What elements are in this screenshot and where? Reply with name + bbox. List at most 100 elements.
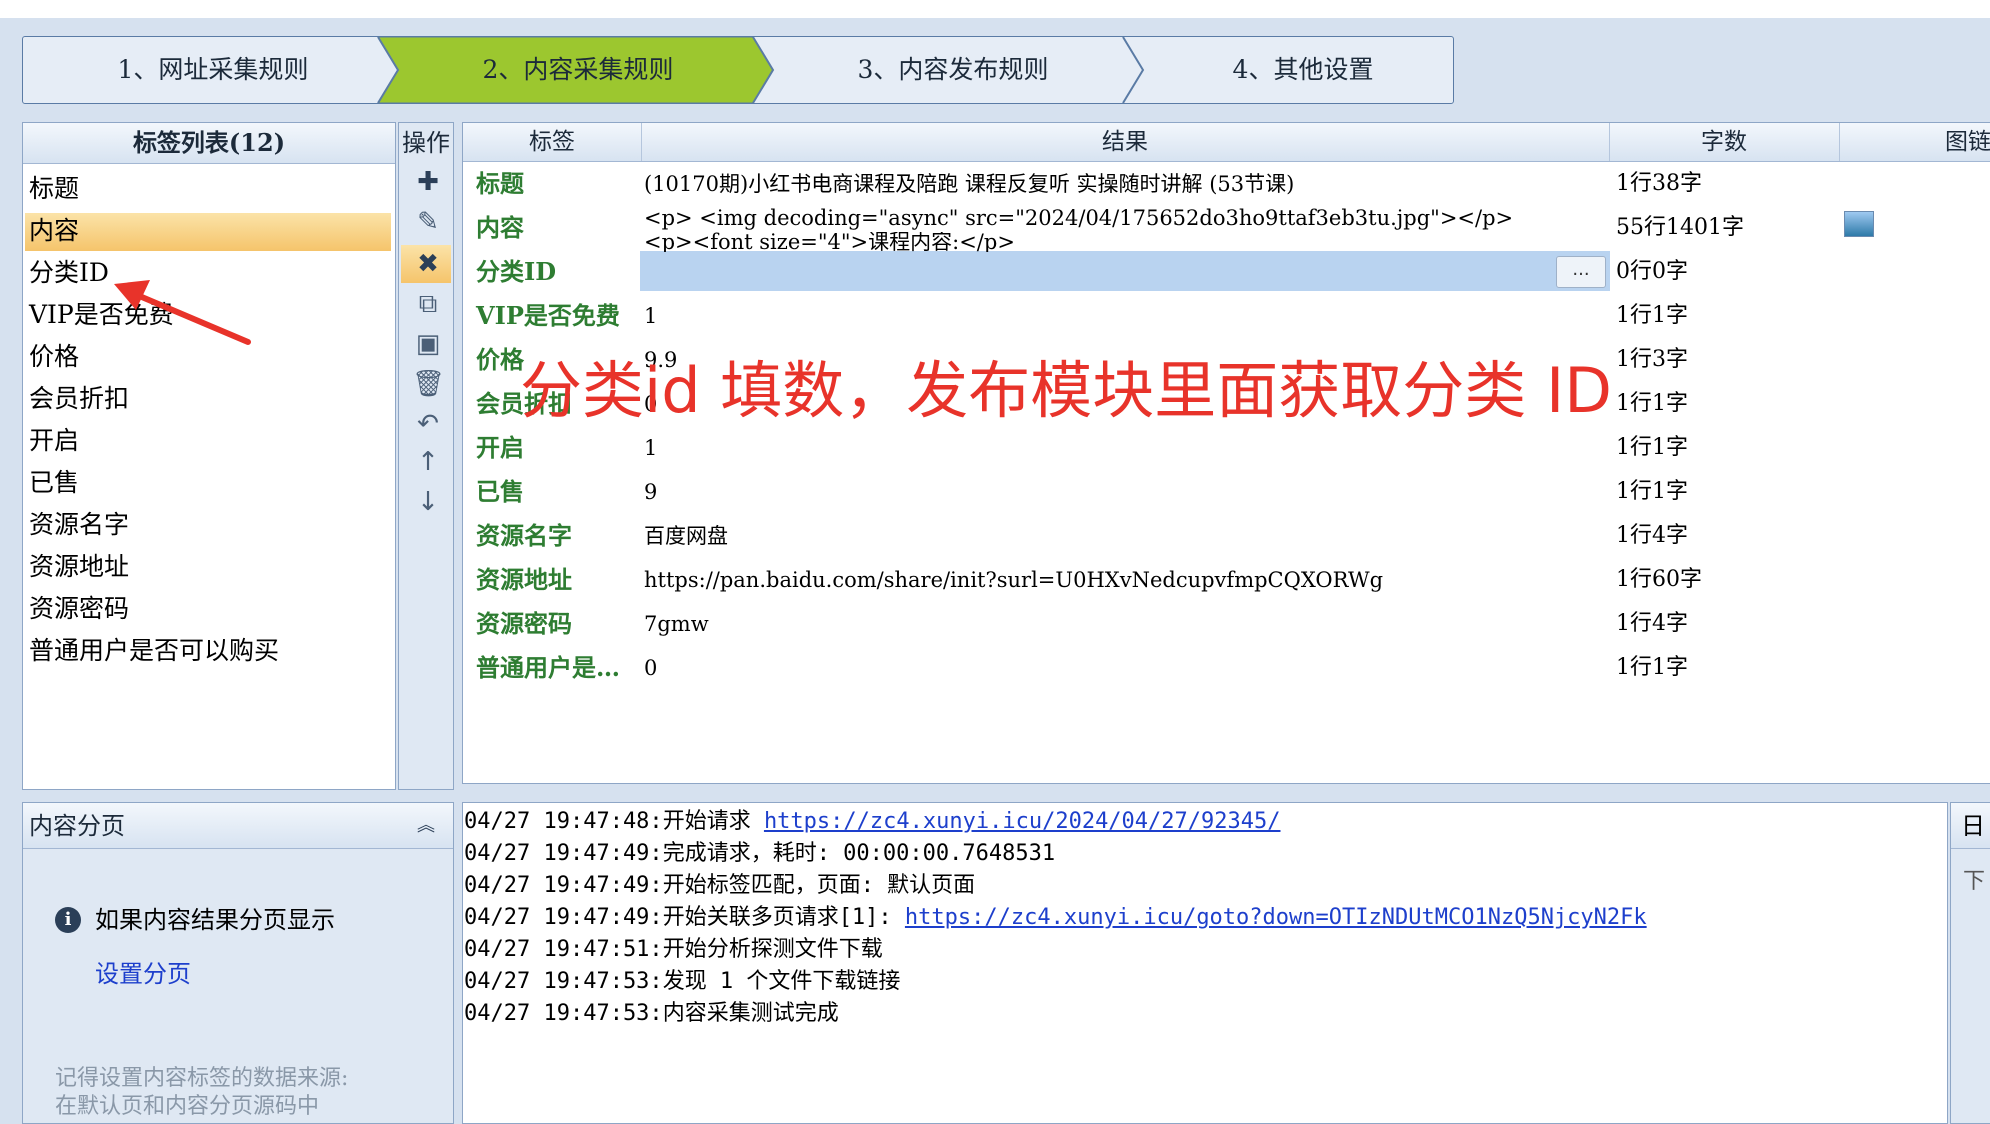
result-row-label[interactable]: 分类ID (476, 250, 556, 294)
pagination-title: 内容分页 (23, 803, 453, 849)
log-time: 04/27 19:47:49: (464, 841, 663, 866)
result-row-label[interactable]: 价格 (476, 338, 524, 382)
pagination-hint-1: 记得设置内容标签的数据来源: (55, 1066, 349, 1091)
step-content-rules[interactable]: 2、内容采集规则 (413, 37, 743, 103)
result-row-count: 1行1字 (1616, 479, 1688, 504)
result-row-count: 55行1401字 (1616, 215, 1744, 240)
log-time: 04/27 19:47:53: (464, 969, 663, 994)
add-icon[interactable]: ✚ (412, 166, 444, 198)
pagination-hint-2: 在默认页和内容分页源码中 (55, 1094, 320, 1119)
result-row-count: 1行1字 (1616, 303, 1688, 328)
side-panel: 日 下 (1950, 802, 1990, 1124)
annotation-text: 分类id 填数，发布模块里面获取分类 ID (520, 354, 1613, 427)
tag-list-selection (25, 213, 391, 251)
result-row-value[interactable]: 0 (644, 646, 1604, 690)
step-other-settings[interactable]: 4、其他设置 (1163, 37, 1443, 103)
undo-icon[interactable]: ↶ (412, 408, 444, 440)
result-row-count: 1行38字 (1616, 171, 1702, 196)
delete-icon[interactable]: ✖ (412, 248, 444, 280)
log-link[interactable]: https://zc4.xunyi.icu/2024/04/27/92345/ (764, 809, 1281, 834)
log-text: 完成请求，耗时: 00:00:00.7648531 (662, 841, 1056, 866)
move-up-icon[interactable]: ↑ (412, 446, 444, 478)
tag-list-item[interactable]: 资源名字 (29, 505, 129, 545)
col-count: 字数 (1609, 123, 1840, 161)
results-header: 标签 结果 字数 图链 (463, 123, 1990, 162)
log-line: 04/27 19:47:49:开始标签匹配，页面: 默认页面 (464, 870, 975, 902)
result-row-value[interactable]: https://pan.baidu.com/share/init?surl=U0… (644, 558, 1604, 602)
log-time: 04/27 19:47:49: (464, 905, 663, 930)
tag-list-item[interactable]: 内容 (29, 211, 79, 251)
top-strip (0, 0, 1990, 18)
result-row-label[interactable]: 内容 (476, 206, 524, 250)
result-row-label[interactable]: 已售 (476, 470, 524, 514)
log-line: 04/27 19:47:49:开始关联多页请求[1]: https://zc4.… (464, 902, 1647, 934)
step-publish-rules[interactable]: 3、内容发布规则 (788, 37, 1118, 103)
log-line: 04/27 19:47:53:发现 1 个文件下载链接 (464, 966, 900, 998)
result-row-count: 0行0字 (1616, 259, 1688, 284)
result-row-count: 1行60字 (1616, 567, 1702, 592)
result-row-label[interactable]: 开启 (476, 426, 524, 470)
tag-list-item[interactable]: 分类ID (29, 253, 109, 293)
tag-list-item[interactable]: 已售 (29, 463, 79, 503)
image-link-icon[interactable] (1844, 211, 1874, 237)
paste-icon[interactable]: ▣ (412, 328, 444, 360)
tag-list-item[interactable]: 价格 (29, 337, 79, 377)
result-row-count: 1行1字 (1616, 435, 1688, 460)
tag-list-item[interactable]: 资源密码 (29, 589, 129, 629)
info-icon: i (55, 907, 81, 933)
result-row-value[interactable]: 9 (644, 470, 1604, 514)
toolbar-title: 操作 (402, 129, 450, 157)
collapse-icon[interactable]: ︽ (411, 809, 441, 843)
result-row-count: 1行1字 (1616, 391, 1688, 416)
result-row-value[interactable]: 1 (644, 294, 1604, 338)
edit-icon[interactable]: ✎ (412, 206, 444, 238)
log-time: 04/27 19:47:51: (464, 937, 663, 962)
col-image-link: 图链 (1945, 129, 1990, 155)
tag-list-panel: 标签列表(12) 标题 内容 分类ID VIP是否免费 价格 会员折扣 开启 已售 资源名字 资源… (22, 122, 396, 790)
tag-list-item[interactable]: 开启 (29, 421, 79, 461)
log-link[interactable]: https://zc4.xunyi.icu/goto?down=OTIzNDUt… (905, 905, 1647, 930)
side-panel-text: 下 (1963, 869, 1986, 894)
log-line: 04/27 19:47:53:内容采集测试完成 (464, 998, 839, 1030)
move-down-icon[interactable]: ↓ (412, 486, 444, 518)
log-time: 04/27 19:47:53: (464, 1001, 663, 1026)
result-row-count: 1行1字 (1616, 655, 1688, 680)
result-row-count: 1行4字 (1616, 523, 1688, 548)
result-row-count: 1行4字 (1616, 611, 1688, 636)
result-row-label[interactable]: 资源名字 (476, 514, 572, 558)
result-row-value[interactable]: 百度网盘 (644, 514, 1604, 558)
result-row-label[interactable]: 资源地址 (476, 558, 572, 602)
log-text: 开始标签匹配，页面: 默认页面 (662, 873, 976, 898)
col-tag: 标签 (463, 123, 642, 161)
log-line: 04/27 19:47:49:完成请求，耗时: 00:00:00.7648531 (464, 838, 1055, 870)
set-pagination-link[interactable]: 设置分页 (95, 955, 191, 993)
result-row-value[interactable]: 7gmw (644, 602, 1604, 646)
tag-list-item[interactable]: 标题 (29, 169, 79, 209)
pagination-panel: 内容分页 ︽ i 如果内容结果分页显示 设置分页 记得设置内容标签的数据来源: … (22, 802, 454, 1124)
result-row-label[interactable]: 标题 (476, 162, 524, 206)
log-line: 04/27 19:47:48:开始请求 https://zc4.xunyi.ic… (464, 806, 1281, 838)
tag-list-item[interactable]: 资源地址 (29, 547, 129, 587)
result-row-label[interactable]: 普通用户是… (476, 646, 620, 690)
tag-list-title: 标签列表(12) (23, 123, 395, 164)
result-row-label[interactable]: VIP是否免费 (476, 294, 620, 338)
log-text: 开始分析探测文件下载 (662, 937, 883, 962)
log-text: 内容采集测试完成 (662, 1001, 839, 1026)
result-row-count: 1行3字 (1616, 347, 1688, 372)
copy-icon[interactable]: ⧉ (412, 288, 444, 320)
step-url-rules[interactable]: 1、网址采集规则 (63, 37, 363, 103)
log-time: 04/27 19:47:49: (464, 873, 663, 898)
result-row-value[interactable]: 1 (644, 426, 1604, 470)
col-result: 结果 (641, 123, 1610, 161)
tag-list-item[interactable]: 会员折扣 (29, 379, 129, 419)
side-panel-title: 日 (1951, 803, 1990, 849)
annotation-arrow (114, 280, 251, 345)
log-text: 开始请求 (662, 809, 764, 834)
log-text: 发现 1 个文件下载链接 (662, 969, 901, 994)
result-row-value[interactable] (644, 250, 1604, 294)
log-line: 04/27 19:47:51:开始分析探测文件下载 (464, 934, 883, 966)
tag-list-item[interactable]: 普通用户是否可以购买 (29, 631, 279, 671)
result-row-label[interactable]: 资源密码 (476, 602, 572, 646)
step-wizard: 1、网址采集规则 2、内容采集规则 3、内容发布规则 4、其他设置 (22, 36, 1454, 104)
trash-icon[interactable]: 🗑 (412, 368, 445, 400)
